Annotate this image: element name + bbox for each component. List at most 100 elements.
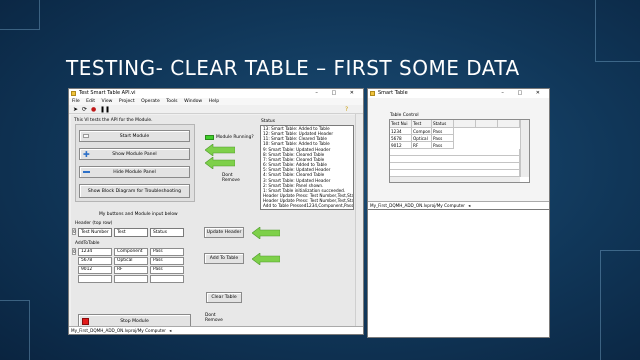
scroll-left-icon[interactable]: ◂ [468,203,470,208]
show-module-panel-button[interactable]: ✚ Show Module Panel [79,148,190,160]
table-vertical-scrollbar[interactable] [520,120,529,177]
help-icon[interactable]: ? [345,106,348,113]
stop-icon [82,318,89,325]
status-label: Status [261,119,275,124]
table-header-cell: Status [432,120,454,128]
add-cell[interactable]: 9012 [78,266,112,274]
table-cell [390,156,520,163]
toolbar: ➤ ⟳ ● ❚❚ ? [69,105,363,114]
table-cell: RF [412,142,432,149]
show-block-diagram-button[interactable]: Show Block Diagram for Troubleshooting [79,184,190,198]
table-header-cell [476,120,498,128]
decorative-line [600,250,640,360]
add-cell[interactable]: Component [114,248,148,256]
add-cell[interactable]: Pass [150,266,184,274]
table-cell: Compon [412,128,432,135]
add-index[interactable]: 0 [72,248,76,255]
status-box: 13: Smart Table: Added to Table 12: Smar… [260,125,354,210]
smart-table-window: Smart Table – □ ✕ Table Control Test Nui… [367,88,550,210]
header-field[interactable]: Test Number [78,228,112,237]
start-module-button[interactable]: Start Module [79,130,190,142]
stop-module-label: Stop Module [120,318,149,324]
add-cell[interactable] [78,275,112,283]
menu-tools[interactable]: Tools [166,99,177,104]
add-cell[interactable]: 1234 [78,248,112,256]
table-control-label: Table Control [390,113,419,118]
dont-remove-label: Remove [222,178,240,183]
project-path-text: My_First_DQMH_ADD_ON.lvproj/My Computer [71,328,166,333]
add-to-table-button[interactable]: Add To Table [204,253,244,264]
green-arrow-icon [205,157,235,169]
abort-icon[interactable]: ● [91,106,96,113]
add-cell[interactable] [150,275,184,283]
menu-file[interactable]: File [72,99,80,104]
run-arrow-icon[interactable]: ➤ [73,106,78,113]
table-cell: Pass [432,135,454,142]
api-window-title: Test Smart Table API.vi [79,90,136,96]
project-path: My_First_DQMH_ADD_ON.lvproj/My Computer … [368,201,549,209]
header-field[interactable]: Test [114,228,148,237]
show-block-diagram-label: Show Block Diagram for Troubleshooting [87,188,182,194]
green-arrow-icon [252,227,280,239]
menu-window[interactable]: Window [184,99,202,104]
decorative-line [0,0,40,30]
header-index[interactable]: 0 [72,228,76,235]
vi-icon [370,91,375,96]
dont-remove-label: Remove [205,318,223,323]
add-cell[interactable]: RF [114,266,148,274]
add-cell[interactable]: Pass [150,248,184,256]
table-header-cell [498,120,520,128]
green-arrow-icon [205,144,235,156]
table-cell: 1234 [390,128,412,135]
api-window-titlebar[interactable]: Test Smart Table API.vi – □ ✕ [69,89,363,98]
add-cell[interactable]: 5678 [78,257,112,265]
plus-icon: ✚ [83,150,90,159]
add-cell[interactable] [114,275,148,283]
vi-icon [71,91,76,96]
menubar: File Edit View Project Operate Tools Win… [69,98,363,105]
start-module-label: Start Module [119,133,150,139]
module-running-label: Module Running? [216,135,254,140]
slide-title: TESTING- CLEAR TABLE – FIRST SOME DATA [66,56,520,80]
add-to-table-label: AddToTable [75,241,100,246]
smart-table-title: Smart Table [378,90,408,96]
menu-view[interactable]: View [102,99,113,104]
add-cell[interactable]: Optical [114,257,148,265]
module-running-led [205,135,214,140]
menu-edit[interactable]: Edit [86,99,95,104]
decorative-line [595,0,640,62]
api-window: Test Smart Table API.vi – □ ✕ File Edit … [68,88,364,335]
window-controls[interactable]: – □ ✕ [501,89,546,98]
menu-help[interactable]: Help [209,99,219,104]
pause-icon[interactable]: ❚❚ [100,106,110,113]
blank-window-area [367,210,550,338]
table-control[interactable]: Test Nui Test Status 1234 Compon Pass 56… [389,119,530,183]
table-header-cell [454,120,476,128]
start-icon [83,134,89,138]
clear-table-button[interactable]: Clear Table [206,292,242,303]
hide-module-panel-label: Hide Module Panel [113,169,156,175]
vertical-scrollbar[interactable] [355,114,363,326]
update-header-button[interactable]: Update Header [204,227,244,238]
table-header-cell: Test Nui [390,120,412,128]
window-controls[interactable]: – □ ✕ [315,89,360,98]
my-buttons-label: My buttons and Module input below [99,212,178,217]
table-cell [390,149,520,156]
update-header-label: Update Header [206,230,242,235]
minus-icon [83,171,90,173]
menu-operate[interactable]: Operate [141,99,160,104]
smart-table-titlebar[interactable]: Smart Table – □ ✕ [368,89,549,98]
hide-module-panel-button[interactable]: Hide Module Panel [79,166,190,178]
header-field[interactable]: Status [150,228,184,237]
table-horizontal-scrollbar[interactable] [390,176,520,182]
menu-project[interactable]: Project [119,99,135,104]
clear-table-label: Clear Table [211,295,237,300]
add-cell[interactable]: Pass [150,257,184,265]
table-cell: 9012 [390,142,412,149]
project-path: My_First_DQMH_ADD_ON.lvproj/My Computer … [69,326,363,334]
show-module-panel-label: Show Module Panel [112,151,157,157]
table-cell: Optical [412,135,432,142]
scroll-left-icon[interactable]: ◂ [169,328,171,333]
run-continuously-icon[interactable]: ⟳ [82,106,87,113]
header-label: Header (top row) [75,221,113,226]
